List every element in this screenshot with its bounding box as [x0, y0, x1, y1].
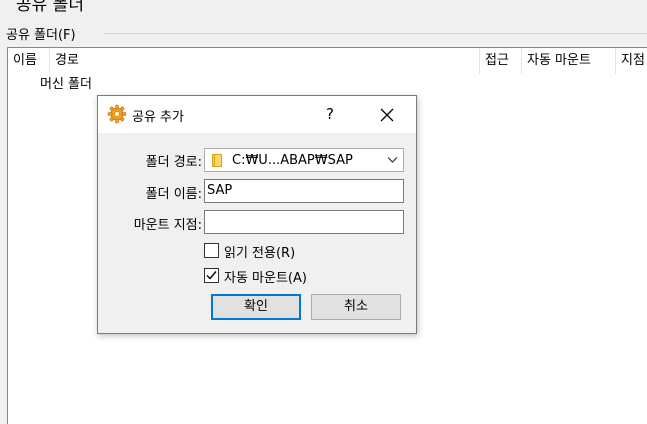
dialog-titlebar: 공유 추가 ? — [98, 96, 416, 133]
group-label: 공유 폴더(F) — [6, 24, 80, 43]
column-header-name[interactable]: 이름 — [8, 48, 50, 74]
list-item[interactable]: 머신 폴더 — [40, 73, 92, 92]
cancel-button[interactable]: 취소 — [311, 294, 401, 320]
folder-icon — [212, 154, 222, 167]
column-header-access[interactable]: 접근 — [480, 48, 522, 74]
automount-label: 자동 마운트(A) — [224, 271, 307, 286]
folder-name-input[interactable]: SAP — [204, 179, 404, 203]
folder-path-value: C:₩U...ABAP₩SAP — [232, 153, 353, 168]
mount-point-input[interactable] — [204, 210, 404, 234]
readonly-checkbox[interactable] — [204, 243, 219, 258]
help-button[interactable]: ? — [324, 105, 336, 123]
ok-button[interactable]: 확인 — [211, 294, 301, 320]
column-header-automount[interactable]: 자동 마운트 — [522, 48, 616, 74]
group-divider — [104, 33, 647, 34]
app-window: 공유 폴더 공유 폴더(F) 이름 경로 접근 자동 마운트 지점 머신 폴더 — [0, 0, 647, 424]
dialog-title: 공유 추가 — [132, 110, 184, 125]
chevron-down-icon[interactable] — [387, 156, 398, 164]
window-title: 공유 폴더 — [16, 0, 84, 15]
folder-name-label: 폴더 이름: — [145, 187, 202, 202]
close-icon[interactable] — [376, 105, 398, 125]
readonly-label: 읽기 전용(R) — [224, 246, 296, 261]
add-share-dialog: 공유 추가 ? 폴더 경로: C:₩U...ABAP₩SAP 폴더 이름: SA… — [97, 95, 417, 334]
folder-path-label: 폴더 경로: — [145, 155, 202, 170]
automount-checkbox[interactable] — [204, 268, 219, 283]
gear-icon — [107, 104, 127, 124]
column-header-mountpoint[interactable]: 지점 — [616, 48, 647, 74]
mount-point-label: 마운트 지점: — [133, 218, 202, 233]
checkmark-icon — [206, 271, 217, 280]
folder-path-combo[interactable]: C:₩U...ABAP₩SAP — [204, 148, 404, 172]
column-header-path[interactable]: 경로 — [50, 48, 480, 74]
